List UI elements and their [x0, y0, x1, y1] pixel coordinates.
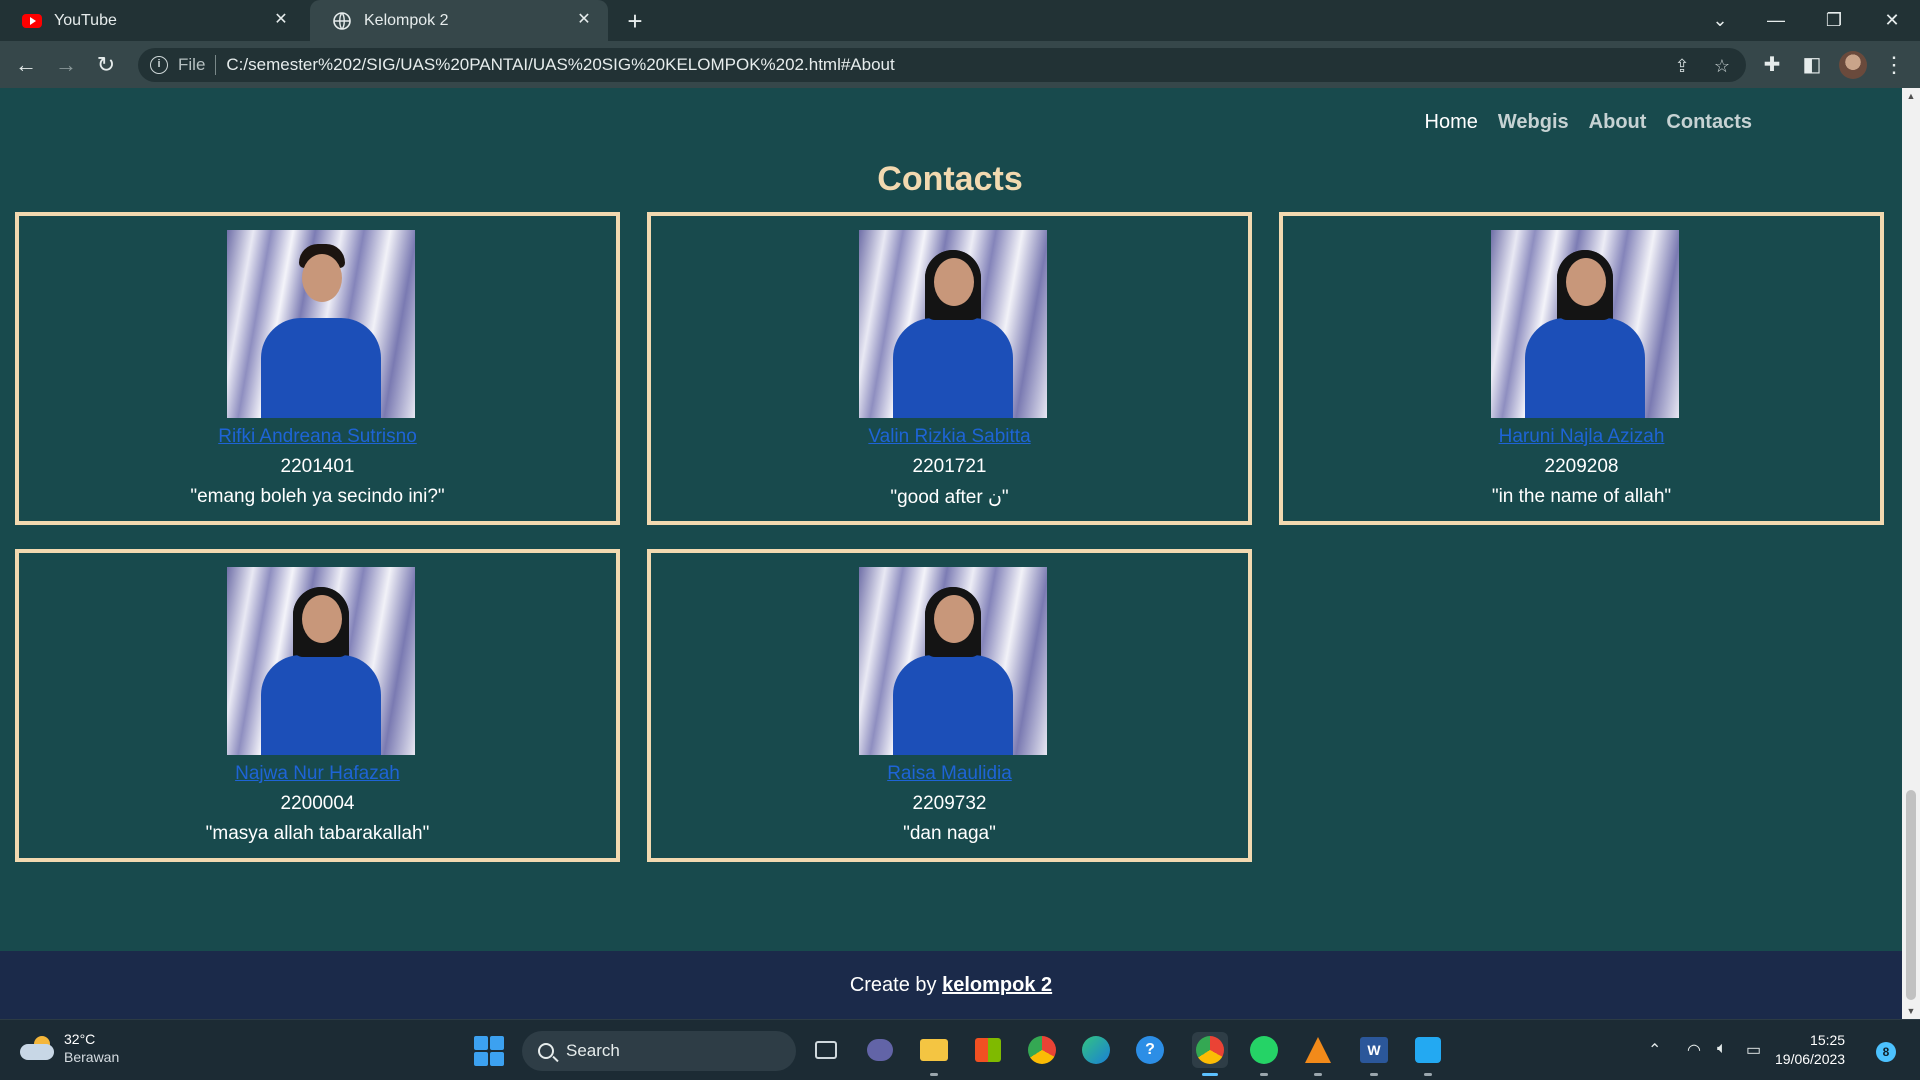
minimize-icon[interactable]: — — [1748, 0, 1804, 41]
battery-icon[interactable]: ▭ — [1746, 1040, 1761, 1060]
extensions-icon[interactable]: ✚ — [1756, 49, 1788, 81]
contact-card: Raisa Maulidia 2209732 "dan naga" — [647, 549, 1252, 862]
tab-kelompok-2[interactable]: Kelompok 2 ✕ — [310, 0, 608, 41]
menu-kebab-icon[interactable]: ⋮ — [1878, 49, 1910, 81]
nav-about[interactable]: About — [1589, 111, 1647, 134]
contact-quote: "emang boleh ya secindo ini?" — [190, 486, 445, 507]
word-icon[interactable]: W — [1356, 1032, 1392, 1076]
whatsapp-icon[interactable] — [1246, 1032, 1282, 1076]
info-icon[interactable]: i — [150, 56, 168, 74]
weather-condition: Berawan — [64, 1049, 120, 1065]
contact-card: Rifki Andreana Sutrisno 2201401 "emang b… — [15, 212, 620, 525]
contact-quote: "good after ن" — [890, 487, 1009, 508]
footer-link[interactable]: kelompok 2 — [942, 974, 1052, 996]
new-tab-icon[interactable]: + — [620, 6, 650, 36]
youtube-icon — [22, 11, 42, 31]
scroll-thumb[interactable] — [1906, 790, 1916, 1000]
edge-icon[interactable] — [1078, 1032, 1114, 1068]
taskbar: 32°C Berawan Search ? W ⌃ ◠ 🔈︎ ▭ 15:25 1… — [0, 1019, 1920, 1080]
forward-icon[interactable]: → — [50, 49, 82, 81]
cloudy-weather-icon — [20, 1036, 54, 1060]
contact-photo — [1491, 230, 1679, 418]
tab-search-chevron-icon[interactable]: ⌄ — [1692, 0, 1748, 41]
contact-nim: 2209732 — [912, 793, 987, 814]
nav-home[interactable]: Home — [1425, 111, 1478, 134]
main-nav: Home Webgis About Contacts — [1425, 111, 1752, 134]
bookmark-star-icon[interactable]: ☆ — [1712, 56, 1732, 76]
search-icon — [538, 1043, 554, 1059]
vscode-icon[interactable] — [1410, 1032, 1446, 1076]
store-icon[interactable] — [970, 1032, 1006, 1068]
contact-nim: 2200004 — [280, 793, 355, 814]
meet-icon[interactable] — [862, 1032, 898, 1068]
address-bar[interactable]: i File C:/semester%202/SIG/UAS%20PANTAI/… — [138, 48, 1746, 82]
close-tab-icon[interactable]: ✕ — [271, 10, 291, 30]
contact-name-link[interactable]: Rifki Andreana Sutrisno — [19, 426, 616, 448]
scroll-down-icon[interactable]: ▼ — [1902, 1003, 1920, 1019]
contact-quote: "dan naga" — [903, 823, 996, 844]
page-scrollbar[interactable]: ▲ ▼ — [1902, 88, 1920, 1019]
footer-prefix: Create by — [849, 974, 937, 996]
contact-card: Valin Rizkia Sabitta 2201721 "good after… — [647, 212, 1252, 525]
page-footer: Create by kelompok 2 — [0, 951, 1902, 1019]
contact-nim: 2209208 — [1544, 456, 1619, 477]
scheme-label: File — [178, 55, 206, 74]
vlc-icon[interactable] — [1300, 1032, 1336, 1076]
search-placeholder: Search — [566, 1041, 620, 1060]
weather-widget[interactable]: 32°C Berawan — [20, 1030, 119, 1066]
chrome-profile-icon[interactable] — [1192, 1032, 1228, 1076]
contact-card: Haruni Najla Azizah 2209208 "in the name… — [1279, 212, 1884, 525]
scroll-up-icon[interactable]: ▲ — [1902, 88, 1920, 104]
reload-icon[interactable]: ↻ — [90, 49, 122, 81]
contact-photo — [227, 230, 415, 418]
help-icon[interactable]: ? — [1132, 1032, 1168, 1068]
contact-name-link[interactable]: Raisa Maulidia — [651, 763, 1248, 785]
contact-photo — [859, 230, 1047, 418]
contact-quote: "in the name of allah" — [1491, 486, 1672, 507]
divider — [215, 55, 217, 75]
taskbar-clock[interactable]: 15:25 19/06/2023 — [1775, 1031, 1845, 1069]
url-text[interactable]: C:/semester%202/SIG/UAS%20PANTAI/UAS%20S… — [226, 55, 894, 75]
back-icon[interactable]: ← — [10, 49, 42, 81]
file-explorer-icon[interactable] — [916, 1032, 952, 1076]
nav-webgis[interactable]: Webgis — [1498, 111, 1569, 134]
contact-quote: "masya allah tabarakallah" — [205, 823, 430, 844]
share-icon[interactable]: ⇪ — [1672, 56, 1692, 76]
contact-name-link[interactable]: Haruni Najla Azizah — [1283, 426, 1880, 448]
nav-contacts[interactable]: Contacts — [1666, 111, 1752, 134]
tab-title: YouTube — [54, 11, 117, 29]
page-content: Home Webgis About Contacts Contacts Rifk… — [0, 88, 1902, 1019]
contact-nim: 2201401 — [280, 456, 355, 477]
contact-name-link[interactable]: Valin Rizkia Sabitta — [651, 426, 1248, 448]
close-tab-icon[interactable]: ✕ — [574, 10, 594, 30]
task-view-icon[interactable] — [808, 1032, 844, 1068]
contact-photo — [227, 567, 415, 755]
clock-time: 15:25 — [1810, 1032, 1846, 1048]
tray-chevron-up-icon[interactable]: ⌃ — [1648, 1040, 1661, 1060]
taskbar-search[interactable]: Search — [522, 1031, 796, 1071]
contact-name-link[interactable]: Najwa Nur Hafazah — [19, 763, 616, 785]
windows-start-icon[interactable] — [474, 1036, 504, 1066]
clock-date: 19/06/2023 — [1775, 1051, 1846, 1067]
tab-title: Kelompok 2 — [364, 11, 449, 29]
side-panel-icon[interactable]: ◧ — [1796, 49, 1828, 81]
restore-icon[interactable]: ❐ — [1806, 0, 1862, 41]
browser-tab-strip: YouTube ✕ Kelompok 2 ✕ + ⌄ — ❐ ✕ — [0, 0, 1920, 41]
volume-icon[interactable]: 🔈︎ — [1717, 1040, 1727, 1058]
contact-photo — [859, 567, 1047, 755]
notification-badge[interactable]: 8 — [1876, 1042, 1896, 1062]
weather-temp: 32°C — [64, 1031, 96, 1047]
contact-card: Najwa Nur Hafazah 2200004 "masya allah t… — [15, 549, 620, 862]
contact-nim: 2201721 — [912, 456, 987, 477]
browser-toolbar: ← → ↻ i File C:/semester%202/SIG/UAS%20P… — [0, 41, 1920, 88]
close-window-icon[interactable]: ✕ — [1864, 0, 1920, 41]
profile-avatar[interactable] — [1839, 51, 1867, 79]
section-title: Contacts — [877, 160, 1023, 198]
tab-youtube[interactable]: YouTube ✕ — [0, 0, 305, 41]
chrome-icon[interactable] — [1024, 1032, 1060, 1068]
globe-icon — [332, 11, 352, 31]
wifi-icon[interactable]: ◠ — [1687, 1040, 1701, 1060]
